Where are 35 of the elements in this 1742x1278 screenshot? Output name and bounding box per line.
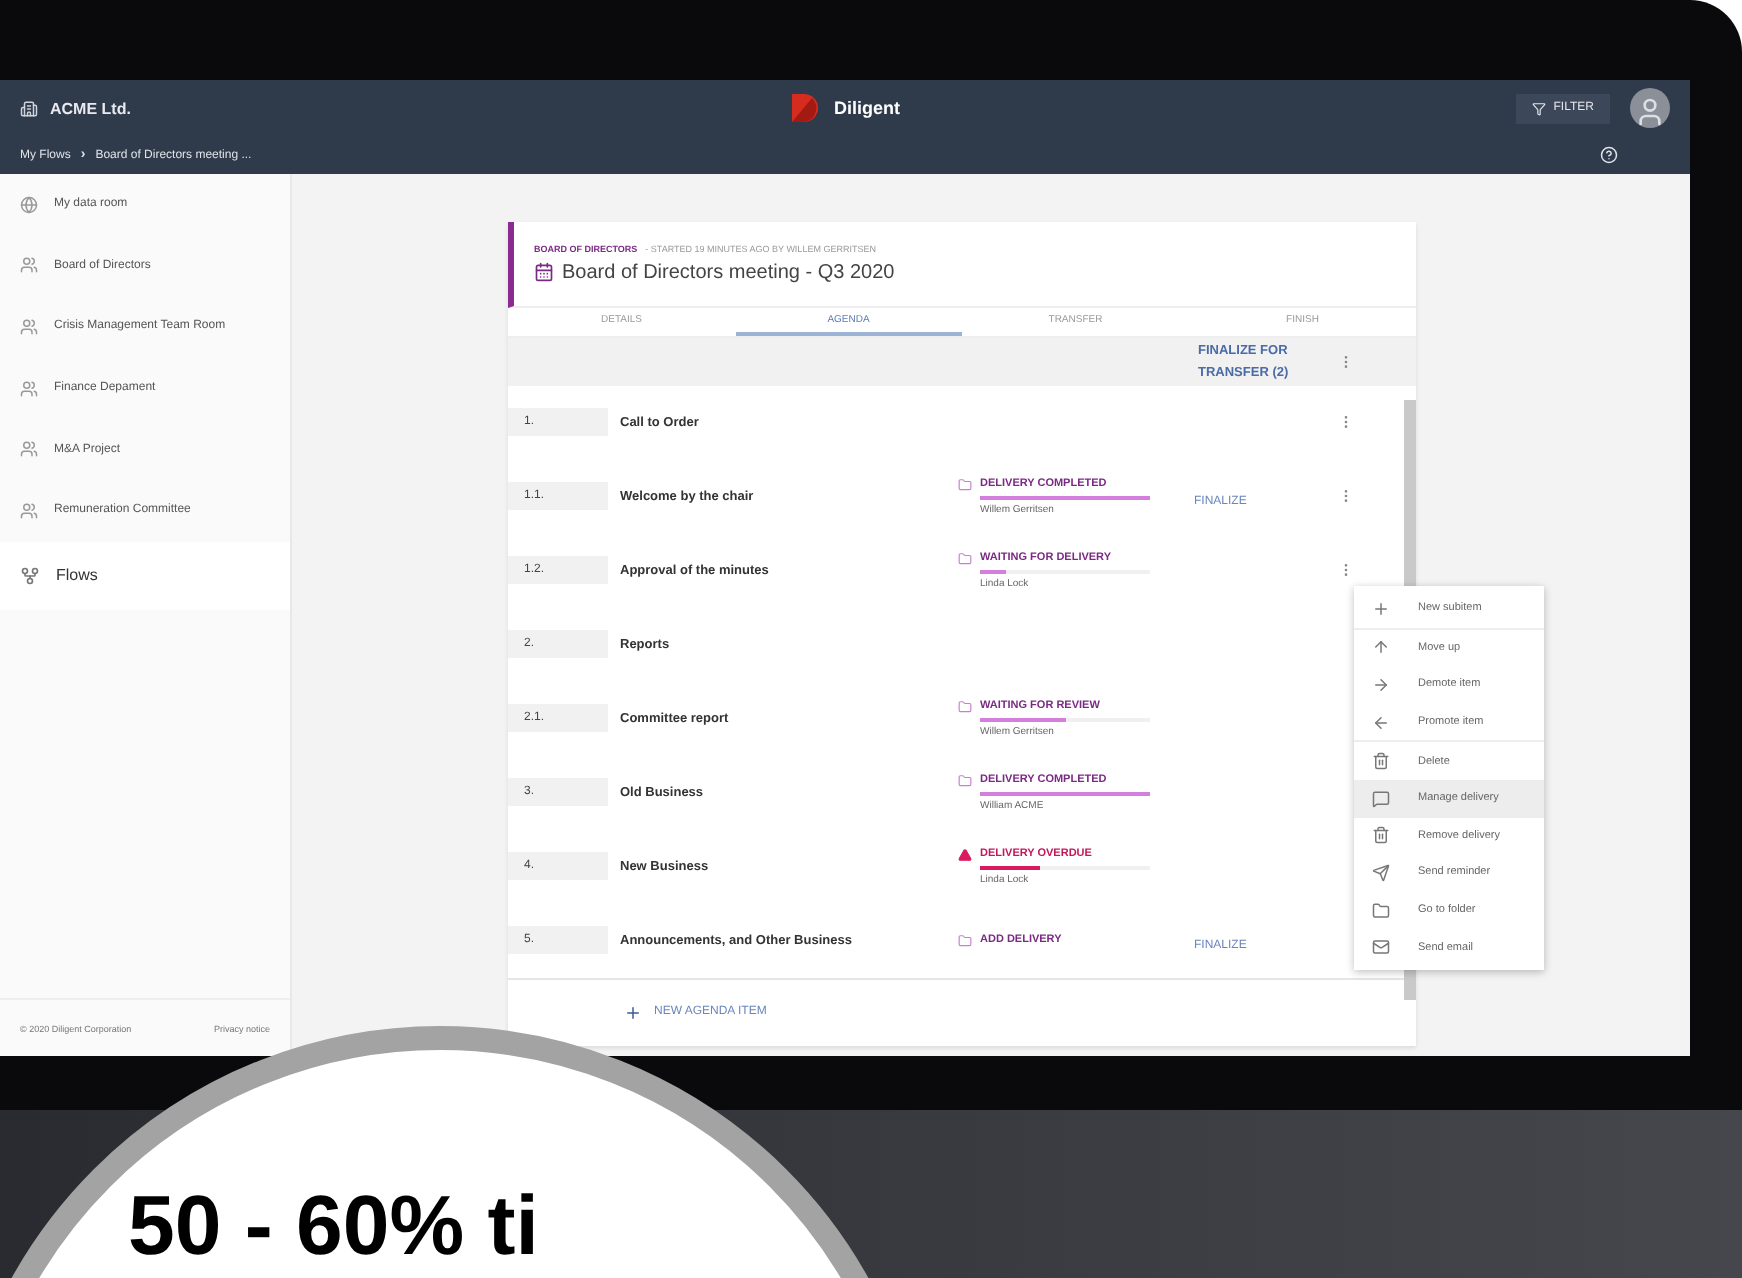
people-icon: [20, 256, 38, 275]
branch-icon: [20, 565, 40, 586]
filter-icon: [1531, 101, 1546, 115]
people-icon: [20, 501, 38, 520]
people-icon: [20, 317, 38, 336]
meeting-title: Board of Directors meeting - Q3 2020: [562, 261, 895, 284]
people-icon: [20, 379, 38, 398]
arrow-left-icon: [1372, 713, 1390, 732]
folder-icon: [1372, 901, 1390, 920]
folder-icon: [958, 699, 972, 714]
logo-icon: [790, 92, 822, 124]
warning-icon: [958, 847, 972, 862]
folder-icon: [958, 477, 972, 492]
calendar-icon: [534, 262, 554, 283]
arrow-up-icon: [1372, 638, 1390, 657]
folder-icon: [958, 551, 972, 566]
send-icon: [1372, 863, 1390, 882]
arrow-right-icon: [1372, 675, 1390, 694]
company-name: ACME Ltd.: [50, 99, 131, 117]
building-icon: [20, 99, 38, 117]
sidebar-item[interactable]: Flows: [0, 541, 290, 610]
mail-icon: [1372, 938, 1390, 957]
people-icon: [20, 440, 38, 459]
trash-icon: [1372, 752, 1390, 771]
help-icon[interactable]: [1600, 146, 1618, 164]
plus-icon: [1372, 599, 1390, 618]
brand-name: Diligent: [834, 98, 900, 118]
avatar[interactable]: [1630, 88, 1670, 128]
plus-icon: [624, 1003, 642, 1022]
globe-icon: [20, 195, 38, 214]
folder-icon: [958, 773, 972, 788]
promo-headline: 50 - 60% ti: [128, 1180, 539, 1272]
trash-icon: [1372, 826, 1390, 845]
message-icon: [1372, 789, 1390, 808]
folder-icon: [958, 933, 972, 948]
